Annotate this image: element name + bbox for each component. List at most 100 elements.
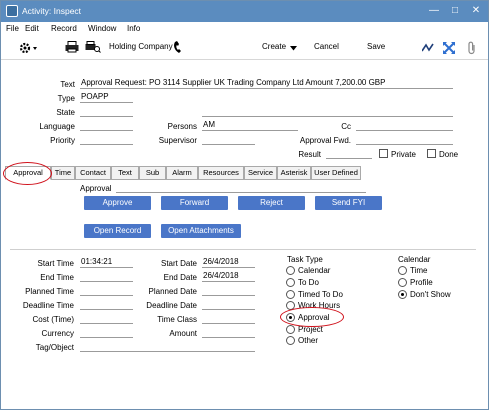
cc-field[interactable]	[356, 120, 453, 131]
open-record-button[interactable]: Open Record	[84, 224, 151, 238]
tab-contact[interactable]: Contact	[75, 166, 111, 180]
language-field[interactable]	[80, 120, 133, 131]
maximize-icon[interactable]: □	[447, 3, 463, 19]
planned-time-field[interactable]	[80, 285, 133, 296]
task-type-calendar-radio[interactable]	[286, 266, 295, 275]
minimize-icon[interactable]: —	[426, 3, 442, 19]
tab-asterisk[interactable]: Asterisk	[277, 166, 311, 180]
activity-window: Activity: Inspect — □ ✕ File Edit Record…	[0, 0, 489, 410]
priority-label: Priority	[50, 136, 75, 145]
save-button[interactable]: Save	[367, 42, 385, 51]
chevron-down-icon[interactable]	[290, 46, 297, 51]
task-type-todo-label: To Do	[298, 278, 319, 287]
attachment-icon[interactable]	[467, 41, 476, 55]
phone-icon[interactable]	[173, 41, 183, 54]
task-type-todo-radio[interactable]	[286, 278, 295, 287]
tab-sub[interactable]: Sub	[139, 166, 166, 180]
task-type-other-radio[interactable]	[286, 336, 295, 345]
approve-button[interactable]: Approve	[84, 196, 151, 210]
open-attachments-button[interactable]: Open Attachments	[161, 224, 241, 238]
deadline-date-field[interactable]	[202, 299, 255, 310]
start-time-field[interactable]: 01:34:21	[80, 257, 133, 268]
forward-button[interactable]: Forward	[161, 196, 228, 210]
priority-field[interactable]	[80, 134, 133, 145]
calendar-time-radio[interactable]	[398, 266, 407, 275]
task-type-work-hours-radio[interactable]	[286, 301, 295, 310]
tab-alarm[interactable]: Alarm	[166, 166, 198, 180]
menu-file[interactable]: File	[6, 24, 19, 33]
tab-resources[interactable]: Resources	[198, 166, 244, 180]
text-field[interactable]: Approval Request: PO 3114 Supplier UK Tr…	[80, 78, 453, 89]
create-button[interactable]: Create	[262, 42, 286, 51]
type-field[interactable]: POAPP	[80, 92, 133, 103]
private-label: Private	[391, 150, 416, 159]
tab-user-defined[interactable]: User Defined	[311, 166, 361, 180]
menu-edit[interactable]: Edit	[25, 24, 39, 33]
state-description-field[interactable]	[202, 106, 453, 117]
state-field[interactable]	[80, 106, 133, 117]
window-title: Activity: Inspect	[22, 6, 82, 16]
tab-service[interactable]: Service	[244, 166, 277, 180]
reject-button[interactable]: Reject	[238, 196, 305, 210]
close-icon[interactable]: ✕	[468, 3, 484, 19]
deadline-date-label: Deadline Date	[146, 301, 197, 310]
calendar-dont-show-radio[interactable]	[398, 290, 407, 299]
task-type-calendar-label: Calendar	[298, 266, 331, 275]
send-fyi-button[interactable]: Send FYI	[315, 196, 382, 210]
deadline-time-field[interactable]	[80, 299, 133, 310]
persons-field[interactable]: AM	[202, 120, 298, 131]
cc-label: Cc	[341, 122, 351, 131]
tag-object-label: Tag/Object	[35, 343, 74, 352]
task-type-project-label: Project	[298, 325, 323, 334]
expand-icon[interactable]	[443, 42, 455, 54]
approval-fwd-field[interactable]	[356, 134, 453, 145]
task-type-work-hours-label: Work Hours	[298, 301, 341, 310]
cost-time-label: Cost (Time)	[32, 315, 74, 324]
cancel-button[interactable]: Cancel	[314, 42, 339, 51]
private-checkbox[interactable]	[379, 149, 388, 158]
activity-graph-icon[interactable]	[422, 43, 434, 53]
card-tabs: Approval Time Contact Text Sub Alarm Res…	[1, 166, 489, 180]
planned-date-field[interactable]	[202, 285, 255, 296]
title-bar: Activity: Inspect — □ ✕	[1, 1, 488, 22]
end-date-field[interactable]: 26/4/2018	[202, 271, 255, 282]
task-type-project-radio[interactable]	[286, 325, 295, 334]
calendar-profile-radio[interactable]	[398, 278, 407, 287]
task-type-timed-todo-radio[interactable]	[286, 290, 295, 299]
menu-record[interactable]: Record	[51, 24, 77, 33]
printer-icon[interactable]	[65, 41, 79, 53]
task-type-timed-todo-label: Timed To Do	[298, 290, 343, 299]
menu-window[interactable]: Window	[88, 24, 116, 33]
end-time-label: End Time	[40, 273, 74, 282]
end-time-field[interactable]	[80, 271, 133, 282]
deadline-time-label: Deadline Time	[22, 301, 74, 310]
calendar-time-label: Time	[410, 266, 428, 275]
supervisor-label: Supervisor	[158, 136, 197, 145]
supervisor-field[interactable]	[202, 134, 255, 145]
done-checkbox[interactable]	[427, 149, 436, 158]
start-date-field[interactable]: 26/4/2018	[202, 257, 255, 268]
amount-field[interactable]	[202, 327, 255, 338]
calendar-profile-label: Profile	[410, 278, 433, 287]
task-type-approval-radio[interactable]	[286, 313, 295, 322]
tab-approval[interactable]: Approval	[5, 166, 51, 180]
result-field[interactable]	[326, 148, 372, 159]
type-label: Type	[57, 94, 75, 103]
calendar-dont-show-label: Don't Show	[410, 290, 451, 299]
tab-text[interactable]: Text	[111, 166, 139, 180]
currency-label: Currency	[41, 329, 74, 338]
gear-icon[interactable]	[19, 41, 39, 55]
approval-field[interactable]	[116, 182, 366, 193]
result-label: Result	[298, 150, 321, 159]
language-label: Language	[39, 122, 75, 131]
start-date-label: Start Date	[160, 259, 197, 268]
print-preview-icon[interactable]	[85, 41, 101, 53]
menu-info[interactable]: Info	[127, 24, 140, 33]
cost-time-field[interactable]	[80, 313, 133, 324]
tab-time[interactable]: Time	[51, 166, 75, 180]
time-class-field[interactable]	[202, 313, 255, 324]
tag-object-field[interactable]	[80, 341, 255, 352]
currency-field[interactable]	[80, 327, 133, 338]
app-icon	[6, 5, 18, 17]
toolbar: Holding Company Create Cancel Save	[1, 37, 488, 60]
